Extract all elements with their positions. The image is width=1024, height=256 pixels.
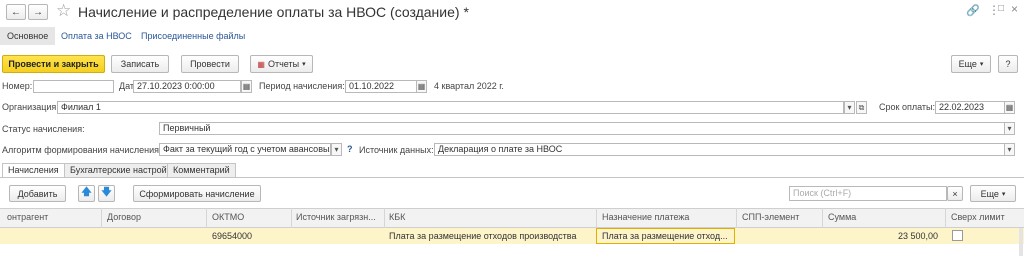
clear-search-button[interactable]: × <box>947 186 963 201</box>
table-more-label: Еще <box>980 188 999 199</box>
column-divider <box>291 208 292 228</box>
move-up-button[interactable]: 🡅 <box>78 185 95 202</box>
post-button[interactable]: Провести <box>181 55 239 73</box>
column-spp-element[interactable]: СПП-элемент <box>742 208 820 228</box>
report-icon: ▦ <box>257 59 265 69</box>
column-oktmo[interactable]: ОКТМО <box>212 208 287 228</box>
cell-contract[interactable] <box>107 228 202 244</box>
search-input[interactable]: Поиск (Ctrl+F) <box>789 186 947 201</box>
status-field[interactable]: Первичный <box>159 122 1005 135</box>
tab-main-label: Основное <box>7 31 49 41</box>
column-divider <box>945 208 946 228</box>
chevron-down-icon[interactable]: ▾ <box>1004 122 1015 135</box>
organization-label: Организация: <box>2 102 59 112</box>
due-date-field[interactable]: 22.02.2023 <box>935 101 1005 114</box>
column-divider <box>206 208 207 228</box>
cell-oktmo[interactable]: 69654000 <box>212 228 287 244</box>
favorite-star-icon[interactable]: ☆ <box>56 1 71 21</box>
chevron-down-icon: ▾ <box>302 61 306 68</box>
tab-comment[interactable]: Комментарий <box>167 163 236 177</box>
column-divider <box>596 208 597 228</box>
number-label: Номер: <box>2 81 33 91</box>
column-over-limit[interactable]: Сверх лимит <box>951 208 1023 228</box>
table-more-button[interactable]: Еще ▾ <box>970 185 1016 202</box>
column-contract[interactable]: Договор <box>107 208 202 228</box>
scrollbar[interactable] <box>1019 228 1023 256</box>
column-divider <box>384 208 385 228</box>
open-link-icon[interactable]: ⧉ <box>856 101 867 114</box>
add-button[interactable]: Добавить <box>9 185 66 202</box>
cell-amount[interactable]: 23 500,00 <box>828 228 938 244</box>
number-field[interactable] <box>33 80 114 93</box>
calendar-icon[interactable]: ▦ <box>1004 101 1015 114</box>
period-label: Период начисления: <box>259 81 345 91</box>
close-icon[interactable]: × <box>1011 2 1018 16</box>
more-label: Еще <box>958 59 977 69</box>
back-button[interactable]: ← <box>6 4 26 20</box>
reports-label: Отчеты <box>267 59 300 69</box>
column-amount[interactable]: Сумма <box>828 208 938 228</box>
reports-button[interactable]: ▦ Отчеты ▾ <box>250 55 313 73</box>
arrow-right-icon: → <box>33 6 43 18</box>
save-button[interactable]: Записать <box>111 55 169 73</box>
help-question-icon[interactable]: ? <box>347 144 353 154</box>
tab-accruals[interactable]: Начисления <box>2 163 65 178</box>
over-limit-checkbox[interactable] <box>952 230 963 241</box>
chevron-down-icon: ▾ <box>1001 190 1006 198</box>
column-counterparty[interactable]: онтрагент <box>7 208 97 228</box>
help-button[interactable]: ? <box>998 55 1018 73</box>
status-label: Статус начисления: <box>2 124 85 134</box>
period-field[interactable]: 01.10.2022 <box>345 80 417 93</box>
tab-attached-files[interactable]: Присоединенные файлы <box>141 31 245 41</box>
chevron-down-icon: ▾ <box>979 61 984 68</box>
more-button[interactable]: Еще ▾ <box>951 55 991 73</box>
quarter-text: 4 квартал 2022 г. <box>434 81 504 91</box>
cell-kbk[interactable]: Плата за размещение отходов производства <box>389 228 594 244</box>
post-and-close-button[interactable]: Провести и закрыть <box>2 55 105 73</box>
calendar-icon[interactable]: ▦ <box>416 80 427 93</box>
column-divider <box>101 208 102 228</box>
search-placeholder: Поиск (Ctrl+F) <box>793 188 852 198</box>
date-field[interactable]: 27.10.2023 0:00:00 <box>133 80 241 93</box>
forward-button[interactable]: → <box>28 4 48 20</box>
maximize-icon[interactable]: □ <box>998 3 1004 14</box>
due-date-label: Срок оплаты: <box>879 102 935 112</box>
tab-panel-border <box>0 177 1024 178</box>
column-kbk[interactable]: КБК <box>389 208 589 228</box>
move-down-button[interactable]: 🡇 <box>98 185 115 202</box>
cell-counterparty[interactable] <box>7 228 97 244</box>
algorithm-label: Алгоритм формирования начисления: <box>2 145 162 155</box>
organization-field[interactable]: Филиал 1 <box>57 101 844 114</box>
arrow-down-icon: 🡇 <box>101 187 112 198</box>
arrow-left-icon: ← <box>11 6 21 18</box>
chevron-down-icon[interactable]: ▾ <box>331 143 342 156</box>
data-source-label: Источник данных: <box>359 145 434 155</box>
column-divider <box>736 208 737 228</box>
arrow-up-icon: 🡅 <box>81 187 92 198</box>
data-source-field[interactable]: Декларация о плате за НВОС <box>434 143 1005 156</box>
algorithm-field[interactable]: Факт за текущий год с учетом авансовых <box>159 143 331 156</box>
link-icon[interactable]: 🔗 <box>966 4 980 17</box>
column-payment-purpose[interactable]: Назначение платежа <box>602 208 732 228</box>
cell-payment-purpose[interactable]: Плата за размещение отход... <box>602 228 732 244</box>
page-title: Начисление и распределение оплаты за НВО… <box>78 4 469 20</box>
tab-payment[interactable]: Оплата за НВОС <box>61 31 132 41</box>
column-pollution-source[interactable]: Источник загрязн... <box>296 208 382 228</box>
cell-spp-element[interactable] <box>742 228 820 244</box>
chevron-down-icon[interactable]: ▾ <box>1004 143 1015 156</box>
cell-pollution-source[interactable] <box>296 228 382 244</box>
tab-accounting-settings[interactable]: Бухгалтерские настройки <box>64 163 182 177</box>
calendar-icon[interactable]: ▦ <box>241 80 252 93</box>
column-divider <box>822 208 823 228</box>
generate-accrual-button[interactable]: Сформировать начисление <box>133 185 261 202</box>
chevron-down-icon[interactable]: ▾ <box>844 101 855 114</box>
